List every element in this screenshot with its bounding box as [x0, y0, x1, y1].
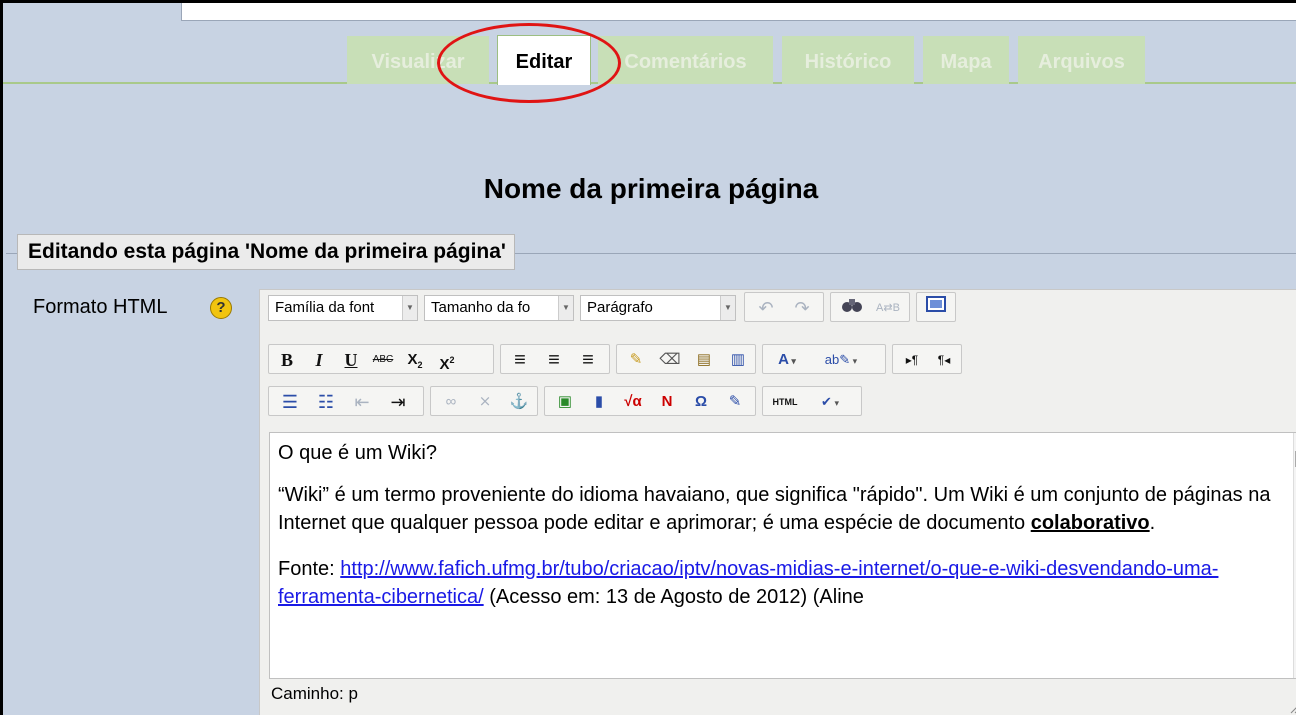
top-input-area: [181, 3, 1296, 21]
superscript-icon[interactable]: X2: [433, 347, 461, 373]
align-right-icon[interactable]: ≡: [573, 347, 603, 373]
direction-group: ▸¶ ¶◂: [892, 344, 962, 374]
paste-word-icon[interactable]: ▥: [723, 347, 753, 373]
align-group: ≡ ≡ ≡: [500, 344, 610, 374]
link-icon[interactable]: ∞: [435, 389, 467, 415]
cleanup-icon[interactable]: ✎: [621, 347, 651, 373]
bold-icon[interactable]: B: [273, 347, 301, 373]
math-icon[interactable]: √α: [617, 389, 649, 415]
remove-format-icon[interactable]: ⌫: [655, 347, 685, 373]
underline-icon[interactable]: U: [337, 347, 365, 373]
nolink-icon[interactable]: N: [651, 389, 683, 415]
toolbar-row-3: ☰ ☷ ⇤ ⇥ ∞ ⨯ ⚓ ▣ ▮ √α N Ω ✎ HTML ✔ ▾: [268, 386, 1296, 416]
image-icon[interactable]: ▣: [549, 389, 581, 415]
block-format-select[interactable]: Parágrafo ▼: [580, 295, 736, 321]
resize-handle-icon[interactable]: [1290, 701, 1296, 714]
highlight-color-icon[interactable]: ab✎ ▾: [811, 347, 871, 373]
toolbar-row-1: Família da font ▼ Tamanho da fo ▼ Parágr…: [268, 292, 1296, 322]
bullet-list-icon[interactable]: ☰: [273, 389, 307, 415]
top-bar: [3, 3, 1296, 31]
rtl-icon[interactable]: ¶◂: [929, 347, 959, 373]
editor-content[interactable]: O que é um Wiki? “Wiki” é um termo prove…: [269, 432, 1296, 679]
color-group: A ▾ ab✎ ▾: [762, 344, 886, 374]
wiki-edit-window: Visualizar Editar Comentários Histórico …: [0, 0, 1296, 715]
undo-redo-group: ↶ ↷: [744, 292, 824, 322]
italic-icon[interactable]: I: [305, 347, 333, 373]
font-family-value: Família da font: [275, 299, 375, 316]
undo-icon[interactable]: ↶: [751, 295, 781, 321]
content-paragraph-1: “Wiki” é um termo proveniente do idioma …: [278, 481, 1278, 537]
font-family-select[interactable]: Família da font ▼: [268, 295, 418, 321]
fieldset-legend: Editando esta página 'Nome da primeira p…: [17, 234, 515, 270]
bold-link-text: colaborativo: [1030, 512, 1150, 534]
source-prefix: Fonte:: [278, 558, 341, 580]
fullscreen-icon[interactable]: [922, 295, 950, 321]
media-icon[interactable]: ▮: [583, 389, 615, 415]
unlink-icon[interactable]: ⨯: [469, 389, 501, 415]
align-center-icon[interactable]: ≡: [539, 347, 569, 373]
insert-group: ▣ ▮ √α N Ω ✎: [544, 386, 756, 416]
link-group: ∞ ⨯ ⚓: [430, 386, 538, 416]
help-icon[interactable]: ?: [210, 297, 232, 319]
font-size-value: Tamanho da fo: [431, 299, 531, 316]
ltr-icon[interactable]: ▸¶: [897, 347, 927, 373]
font-size-select[interactable]: Tamanho da fo ▼: [424, 295, 574, 321]
tab-visualizar[interactable]: Visualizar: [347, 36, 489, 84]
page-title: Nome da primeira página: [483, 173, 819, 204]
spellcheck-icon[interactable]: ✔ ▾: [805, 389, 855, 415]
text-style-group: B I U ABC X2 X2: [268, 344, 494, 374]
source-suffix: (Acesso em: 13 de Agosto de 2012) (Aline: [483, 586, 864, 608]
chevron-down-icon: ▼: [402, 296, 417, 320]
format-label: Formato HTML: [33, 296, 168, 318]
numbered-list-icon[interactable]: ☷: [309, 389, 343, 415]
tab-editar[interactable]: Editar: [497, 35, 591, 85]
align-left-icon[interactable]: ≡: [505, 347, 535, 373]
content-heading: O que é um Wiki?: [278, 442, 437, 464]
content-paragraph-2: Fonte: http://www.fafich.ufmg.br/tubo/cr…: [278, 555, 1278, 611]
chevron-down-icon: ▼: [720, 296, 735, 320]
paste-text-icon[interactable]: ▤: [689, 347, 719, 373]
font-color-icon[interactable]: A ▾: [767, 347, 807, 373]
chevron-down-icon: ▼: [558, 296, 573, 320]
replace-icon[interactable]: A⇄B: [873, 295, 903, 321]
special-char-icon[interactable]: Ω: [685, 389, 717, 415]
html-editor: Família da font ▼ Tamanho da fo ▼ Parágr…: [259, 289, 1296, 715]
cleanup-group: ✎ ⌫ ▤ ▥: [616, 344, 756, 374]
fullscreen-group: [916, 292, 956, 322]
subscript-icon[interactable]: X2: [401, 347, 429, 373]
find-group: A⇄B: [830, 292, 910, 322]
outdent-icon[interactable]: ⇤: [345, 389, 379, 415]
strikethrough-icon[interactable]: ABC: [369, 347, 397, 373]
edit-icon[interactable]: ✎: [719, 389, 751, 415]
html-source-icon[interactable]: HTML: [767, 389, 803, 415]
tab-mapa[interactable]: Mapa: [923, 36, 1009, 84]
tab-historico[interactable]: Histórico: [782, 36, 914, 84]
find-icon[interactable]: [837, 295, 867, 321]
indent-icon[interactable]: ⇥: [381, 389, 415, 415]
tab-arquivos[interactable]: Arquivos: [1018, 36, 1145, 84]
redo-icon[interactable]: ↷: [787, 295, 817, 321]
list-group: ☰ ☷ ⇤ ⇥: [268, 386, 424, 416]
element-path[interactable]: Caminho: p: [271, 684, 358, 703]
tab-comentarios[interactable]: Comentários: [598, 36, 773, 84]
paragraph-1-end: .: [1149, 512, 1156, 534]
toolbar-row-2: B I U ABC X2 X2 ≡ ≡ ≡ ✎ ⌫ ▤ ▥ A ▾ ab✎ ▾: [268, 344, 1296, 374]
block-format-value: Parágrafo: [587, 299, 653, 316]
editor-text: O que é um Wiki? “Wiki” é um termo prove…: [278, 439, 1278, 611]
status-bar: Caminho: p: [269, 680, 1296, 708]
anchor-icon[interactable]: ⚓: [503, 389, 535, 415]
source-group: HTML ✔ ▾: [762, 386, 862, 416]
